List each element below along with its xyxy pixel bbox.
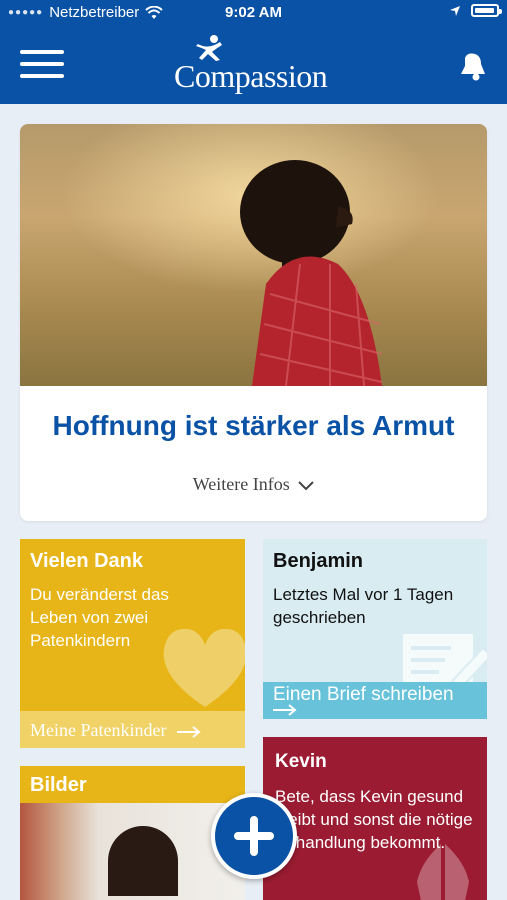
add-button[interactable] [211, 793, 297, 879]
status-bar: ●●●●● Netzbetreiber 9:02 AM [0, 0, 507, 26]
clock: 9:02 AM [225, 4, 282, 21]
photos-title: Bilder [30, 774, 87, 796]
benjamin-title: Benjamin [273, 550, 364, 572]
benjamin-tile[interactable]: Benjamin Letztes Mal vor 1 Tagen geschri… [263, 539, 487, 719]
logo-text: Compassion [174, 58, 328, 94]
hero-title: Hoffnung ist stärker als Armut [52, 410, 455, 441]
thanks-body: Du veränderst das Leben von zwei Patenki… [30, 585, 169, 650]
kevin-prayer-tile[interactable]: Kevin Bete, dass Kevin gesund bleibt und… [263, 737, 487, 900]
my-children-label: Meine Patenkinder [30, 720, 167, 740]
photos-header: Bilder [20, 766, 245, 803]
app-header: ●●●●● Netzbetreiber 9:02 AM Compassion [0, 0, 507, 104]
kevin-title: Kevin [275, 751, 327, 772]
hero-image [20, 124, 487, 386]
hero-card[interactable]: Hoffnung ist stärker als Armut Weitere I… [20, 124, 487, 521]
arrow-right-icon [273, 704, 297, 716]
bell-icon[interactable] [459, 52, 487, 82]
location-icon [450, 5, 460, 16]
praying-hands-icon [417, 844, 469, 900]
chevron-down-icon [298, 481, 314, 491]
menu-icon[interactable] [20, 48, 64, 80]
child-photo-face [108, 826, 178, 896]
battery-icon [471, 4, 502, 17]
thanks-tile[interactable]: Vielen Dank Du veränderst das Leben von … [20, 539, 245, 748]
my-children-link[interactable]: Meine Patenkinder [20, 711, 245, 748]
heart-icon [163, 628, 245, 707]
more-info-label: Weitere Infos [192, 474, 290, 494]
arrow-right-icon [176, 726, 201, 738]
thanks-title: Vielen Dank [30, 550, 144, 572]
more-info-link[interactable]: Weitere Infos [20, 474, 487, 495]
benjamin-body: Letztes Mal vor 1 Tagen geschrieben [273, 585, 454, 627]
compassion-logo: Compassion [170, 34, 340, 96]
write-letter-label: Einen Brief schreiben [273, 684, 454, 705]
